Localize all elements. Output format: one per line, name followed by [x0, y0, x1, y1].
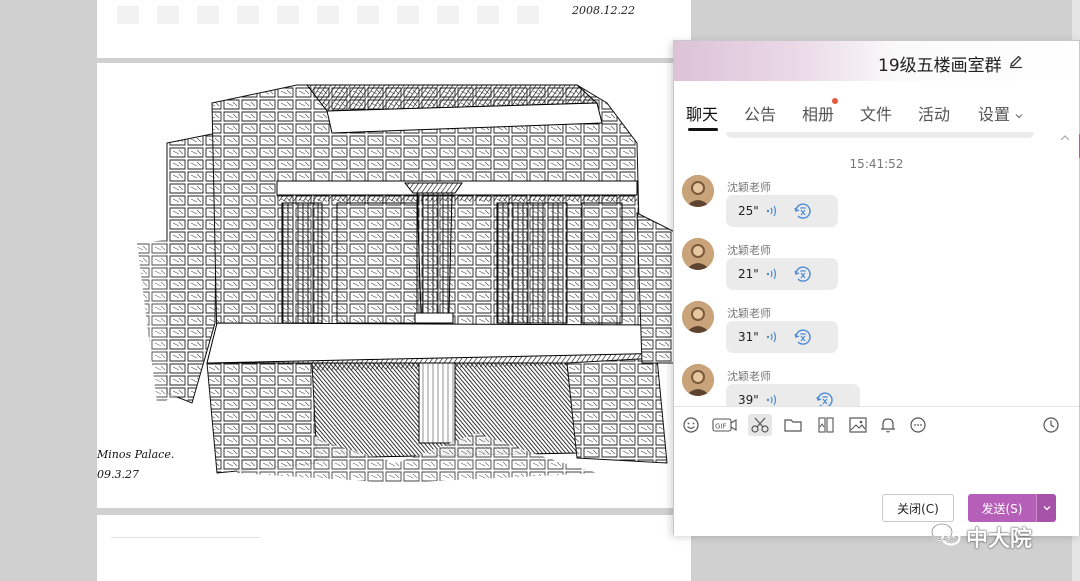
document-page-sketch: Minos Palace. 09.3.27: [97, 63, 691, 508]
voice-duration: 31": [738, 330, 759, 344]
watermark-text: 中大院: [966, 527, 1033, 552]
voice-bubble[interactable]: 21": [726, 258, 838, 290]
voice-message: 沈颖老师 25": [682, 175, 1062, 235]
ink-sketch-illustration: [97, 63, 691, 508]
close-button[interactable]: 关闭(C): [882, 494, 954, 522]
more-icon[interactable]: [908, 415, 928, 435]
history-icon[interactable]: [1041, 415, 1061, 435]
document-page-bottom: [97, 515, 691, 581]
tab-activity[interactable]: 活动: [918, 101, 950, 125]
group-chat-window: 19级五楼画室群 聊天 公告 相册 文件 活动 设置 15:41:52 沈颖老师…: [673, 40, 1080, 536]
scissors-icon[interactable]: [748, 414, 772, 436]
translate-to-text-icon[interactable]: [792, 263, 814, 285]
top-page-date: 2008.12.22: [572, 4, 635, 17]
input-toolbar: GIF: [674, 406, 1079, 442]
voice-message: 沈颖老师 31": [682, 301, 1062, 361]
avatar-portrait-icon: [682, 364, 714, 396]
document-page-top: 2008.12.22: [97, 0, 691, 58]
sender-avatar[interactable]: [682, 238, 714, 270]
previous-message-bubble: [726, 132, 1034, 138]
tab-album[interactable]: 相册: [802, 101, 834, 125]
gif-icon[interactable]: GIF: [712, 415, 738, 435]
translate-to-text-icon[interactable]: [814, 389, 836, 406]
translate-to-text-icon[interactable]: [792, 326, 814, 348]
sender-avatar[interactable]: [682, 175, 714, 207]
sender-name: 沈颖老师: [727, 244, 771, 257]
sender-name: 沈颖老师: [727, 307, 771, 320]
voice-bubble[interactable]: 39": [726, 384, 860, 406]
voice-bubble[interactable]: 25": [726, 195, 838, 227]
active-tab-underline: [688, 128, 718, 131]
translate-to-text-icon[interactable]: [792, 200, 814, 222]
scroll-up-icon[interactable]: [1060, 134, 1070, 142]
voice-message: 沈颖老师 39": [682, 364, 1062, 406]
voice-wave-icon: [766, 394, 777, 406]
voice-duration: 21": [738, 267, 759, 281]
tab-announcement[interactable]: 公告: [744, 101, 776, 125]
avatar-portrait-icon: [682, 238, 714, 270]
voice-duration: 25": [738, 204, 759, 218]
send-options-button[interactable]: [1036, 494, 1056, 522]
sketch-caption: Minos Palace.: [97, 448, 175, 461]
page-rule: [111, 537, 261, 538]
svg-text:GIF: GIF: [715, 423, 727, 431]
faint-sketch-strip: [117, 6, 547, 24]
voice-bubble[interactable]: 31": [726, 321, 838, 353]
tab-settings-label: 设置: [978, 105, 1011, 124]
sketch-date: 09.3.27: [97, 468, 139, 481]
folder-icon[interactable]: [783, 415, 803, 435]
bell-icon[interactable]: [878, 415, 898, 435]
tab-files[interactable]: 文件: [860, 101, 892, 125]
sender-avatar[interactable]: [682, 301, 714, 333]
wechat-watermark: 中大院: [930, 519, 1060, 553]
chat-tab-bar: 聊天 公告 相册 文件 活动 设置: [674, 81, 1080, 158]
message-timestamp: 15:41:52: [849, 157, 904, 171]
message-list[interactable]: 15:41:52 沈颖老师 25" 沈颖老师 21" 沈颖老师 31" 沈颖老师…: [674, 132, 1079, 406]
sender-name: 沈颖老师: [727, 370, 771, 383]
group-title: 19级五楼画室群: [878, 56, 1002, 76]
avatar-portrait-icon: [682, 175, 714, 207]
edit-pencil-icon[interactable]: [1008, 53, 1024, 69]
sender-name: 沈颖老师: [727, 181, 771, 194]
send-button[interactable]: 发送(S): [968, 494, 1036, 522]
voice-wave-icon: [766, 331, 777, 343]
avatar-portrait-icon: [682, 301, 714, 333]
wechat-logo-icon: [931, 523, 961, 546]
voice-duration: 39": [738, 393, 759, 406]
image-text-icon[interactable]: [816, 415, 836, 435]
chevron-down-icon: [1015, 113, 1023, 118]
voice-wave-icon: [766, 268, 777, 280]
chevron-down-icon: [1043, 505, 1050, 510]
tab-chat[interactable]: 聊天: [686, 101, 718, 125]
voice-wave-icon: [766, 205, 777, 217]
chat-titlebar[interactable]: 19级五楼画室群: [674, 41, 1079, 81]
tab-settings[interactable]: 设置: [978, 101, 1024, 125]
sender-avatar[interactable]: [682, 364, 714, 396]
picture-icon[interactable]: [848, 415, 868, 435]
album-notification-dot: [832, 98, 838, 104]
voice-message: 沈颖老师 21": [682, 238, 1062, 298]
emoji-icon[interactable]: [681, 415, 701, 435]
